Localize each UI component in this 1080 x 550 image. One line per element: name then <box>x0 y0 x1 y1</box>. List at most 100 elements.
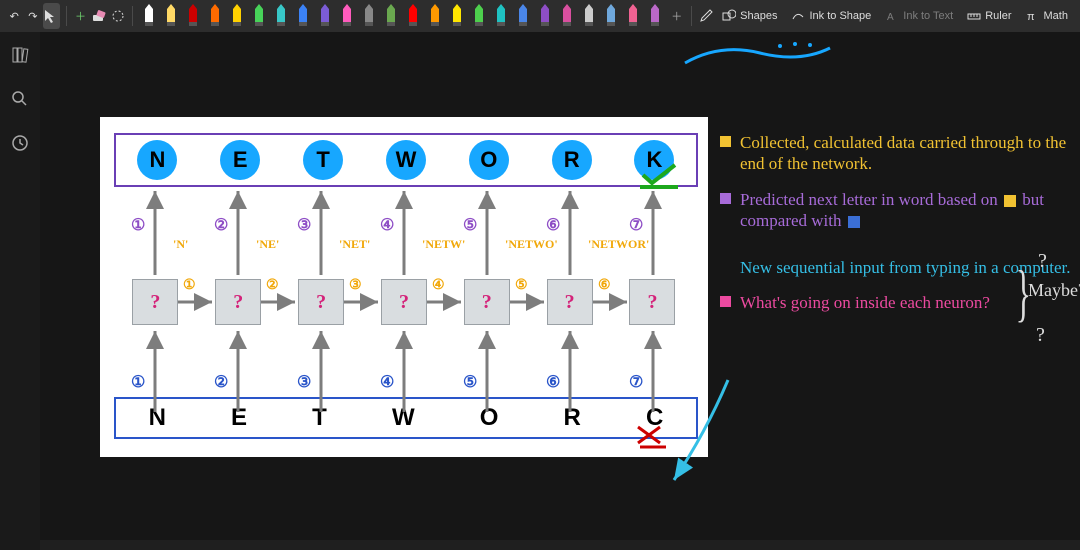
pen-0[interactable] <box>139 4 159 28</box>
lasso-button[interactable] <box>109 3 126 29</box>
bullet-icon <box>720 296 731 307</box>
pen-12[interactable] <box>403 4 423 28</box>
pen-23[interactable] <box>645 4 665 28</box>
pen-2[interactable] <box>183 4 203 28</box>
step-num-bot: ⑦ <box>629 372 643 392</box>
shapes-label: Shapes <box>740 10 777 22</box>
math-label: Math <box>1044 10 1068 22</box>
add-pen-button[interactable]: ＋ <box>72 3 89 29</box>
ink-to-shape-label: Ink to Shape <box>809 10 871 22</box>
step-num-top: ⑦ <box>629 215 643 235</box>
pen-11[interactable] <box>381 4 401 28</box>
cursor-tool-button[interactable] <box>43 3 60 29</box>
hidden-cell: ? <box>629 279 675 325</box>
bullet-icon <box>720 193 731 204</box>
horiz-num: ⑥ <box>598 277 611 294</box>
color-dropper-button[interactable] <box>698 3 715 29</box>
input-letter: T <box>312 404 327 432</box>
prefix-label: 'N' <box>173 237 188 252</box>
pen-16[interactable] <box>491 4 511 28</box>
pen-4[interactable] <box>227 4 247 28</box>
hidden-cell: ? <box>215 279 261 325</box>
output-letter: O <box>469 140 509 180</box>
pen-14[interactable] <box>447 4 467 28</box>
search-icon[interactable] <box>7 86 33 112</box>
step-num-bot: ② <box>214 372 228 392</box>
pen-18[interactable] <box>535 4 555 28</box>
question-mark-1: ? <box>1038 250 1047 273</box>
pen-9[interactable] <box>337 4 357 28</box>
shapes-tool[interactable]: Shapes <box>716 3 783 29</box>
output-letter: N <box>137 140 177 180</box>
separator <box>691 6 692 26</box>
draw-toolbar: ↶ ↷ ＋ ＋ Shapes Ink to Shape AInk to Text… <box>0 0 1080 33</box>
output-letter: K <box>634 140 674 180</box>
ink-to-text-tool: AInk to Text <box>879 3 959 29</box>
undo-button[interactable]: ↶ <box>6 3 23 29</box>
step-num-top: ⑥ <box>546 215 560 235</box>
stray-ink <box>680 38 840 78</box>
pen-6[interactable] <box>271 4 291 28</box>
hidden-cell: ? <box>132 279 178 325</box>
prefix-label: 'NE' <box>256 237 279 252</box>
ruler-label: Ruler <box>985 10 1011 22</box>
pen-17[interactable] <box>513 4 533 28</box>
output-letter: R <box>552 140 592 180</box>
step-num-top: ② <box>214 215 228 235</box>
note-4-text: What's going on inside each neuron? <box>740 293 990 312</box>
redo-button[interactable]: ↷ <box>25 3 42 29</box>
maybe-text: Maybe? <box>1028 280 1080 301</box>
note-canvas[interactable]: NETWORK ??????? NETWORC ①②③④⑤⑥⑦ ①②③④⑤⑥⑦ … <box>40 32 1080 540</box>
hidden-cell: ? <box>381 279 427 325</box>
pen-21[interactable] <box>601 4 621 28</box>
horiz-num: ⑤ <box>515 277 528 294</box>
recent-icon[interactable] <box>7 130 33 156</box>
math-tool[interactable]: πMath <box>1020 3 1074 29</box>
pen-19[interactable] <box>557 4 577 28</box>
note-1-text: Collected, calculated data carried throu… <box>740 133 1066 173</box>
separator <box>66 6 67 26</box>
step-num-bot: ⑤ <box>463 372 477 392</box>
bullet-icon <box>720 136 731 147</box>
eraser-button[interactable] <box>91 3 108 29</box>
pen-22[interactable] <box>623 4 643 28</box>
pen-7[interactable] <box>293 4 313 28</box>
step-num-bot: ① <box>131 372 145 392</box>
input-row: NETWORC <box>114 397 698 439</box>
ink-to-shape-tool[interactable]: Ink to Shape <box>785 3 877 29</box>
input-letter: R <box>564 404 581 432</box>
input-letter: O <box>480 404 499 432</box>
ink-to-text-label: Ink to Text <box>903 10 953 22</box>
horiz-num: ③ <box>349 277 362 294</box>
note-2: Predicted next letter in word based on b… <box>720 189 1076 232</box>
pen-8[interactable] <box>315 4 335 28</box>
ruler-tool[interactable]: Ruler <box>961 3 1017 29</box>
prefix-label: 'NETW' <box>422 237 465 252</box>
hidden-cell: ? <box>298 279 344 325</box>
pen-1[interactable] <box>161 4 181 28</box>
input-letter: N <box>149 404 166 432</box>
add-pen-end-button[interactable]: ＋ <box>668 3 685 29</box>
blue-pointer-arrow <box>666 372 736 492</box>
pen-palette <box>138 4 666 28</box>
prefix-label: 'NET' <box>339 237 370 252</box>
step-num-bot: ③ <box>297 372 311 392</box>
horiz-num: ① <box>183 277 196 294</box>
pen-13[interactable] <box>425 4 445 28</box>
yellow-swatch-icon <box>1004 195 1016 207</box>
pen-15[interactable] <box>469 4 489 28</box>
hidden-cell: ? <box>464 279 510 325</box>
prefix-label: 'NETWO' <box>505 237 558 252</box>
blue-swatch-icon <box>848 216 860 228</box>
pen-5[interactable] <box>249 4 269 28</box>
pen-3[interactable] <box>205 4 225 28</box>
step-num-bot: ⑥ <box>546 372 560 392</box>
output-letter: E <box>220 140 260 180</box>
notebooks-icon[interactable] <box>7 42 33 68</box>
pen-20[interactable] <box>579 4 599 28</box>
pen-10[interactable] <box>359 4 379 28</box>
input-letter: W <box>392 404 415 432</box>
step-num-top: ⑤ <box>463 215 477 235</box>
rnn-diagram: NETWORK ??????? NETWORC ①②③④⑤⑥⑦ ①②③④⑤⑥⑦ … <box>100 117 708 457</box>
output-letter: W <box>386 140 426 180</box>
